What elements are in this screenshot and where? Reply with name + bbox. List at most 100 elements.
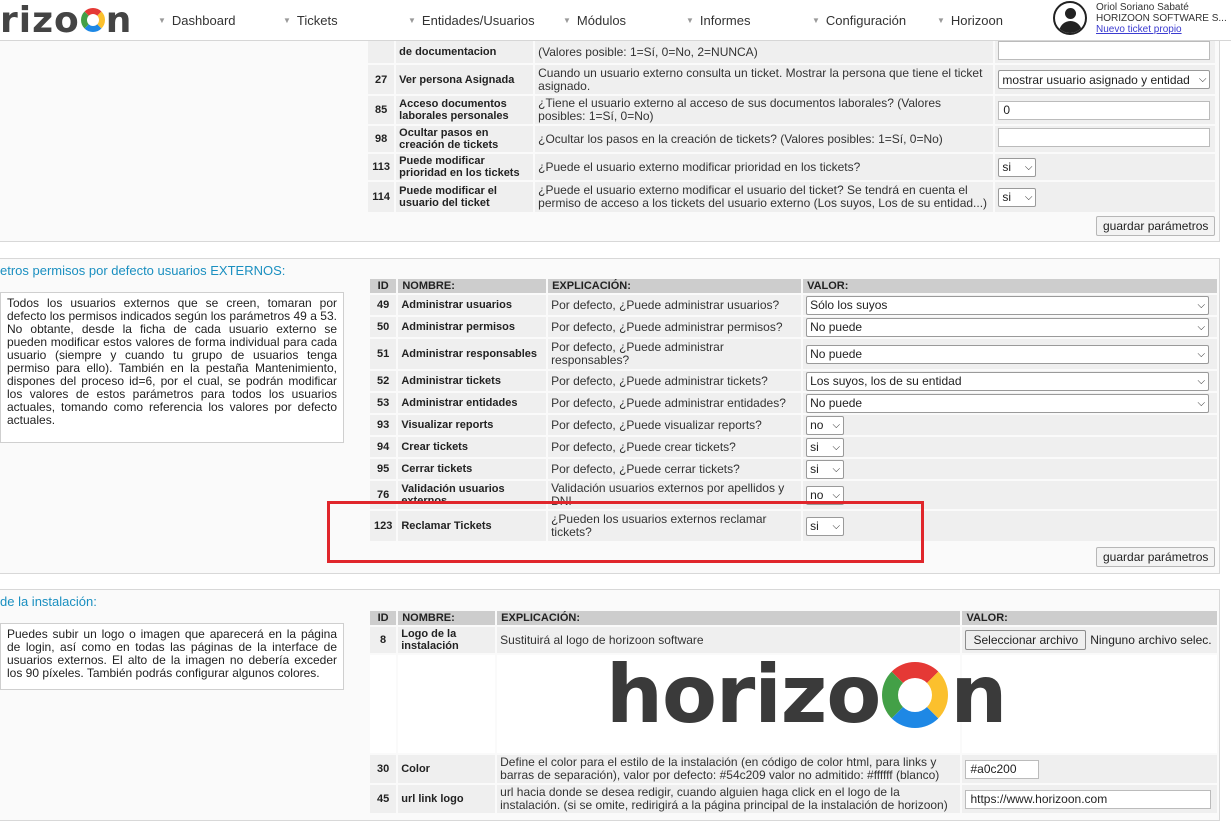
table-row: 93 Visualizar reports Por defecto, ¿Pued… — [370, 415, 1217, 435]
column-header-value: VALOR: — [803, 279, 1217, 293]
param-explanation: Por defecto, ¿Puede administrar entidade… — [548, 393, 802, 413]
new-own-ticket-link[interactable]: Nuevo ticket propio — [1096, 24, 1182, 35]
choose-file-button[interactable]: Seleccionar archivo — [965, 630, 1087, 650]
param-explanation: Por defecto, ¿Puede cerrar tickets? — [548, 459, 802, 479]
table-header-row: ID NOMBRE: EXPLICACIÓN: VALOR: — [370, 279, 1217, 293]
param-explanation: ¿Puede el usuario externo modificar el u… — [535, 182, 994, 212]
avatar-icon[interactable] — [1053, 1, 1087, 35]
param-value-select[interactable]: si ⌵ — [806, 437, 845, 457]
param-value-select[interactable]: Sólo los suyos ⌵ — [806, 295, 1210, 315]
chevron-down-icon: ⌵ — [1197, 397, 1206, 409]
info-box: Todos los usuarios externos que se creen… — [0, 292, 344, 443]
chevron-down-icon: ⌵ — [832, 489, 841, 501]
param-value-select[interactable]: No puede ⌵ — [806, 393, 1210, 413]
param-name: Puede modificar el usuario del ticket — [396, 182, 534, 212]
chevron-down-icon: ⌵ — [832, 419, 841, 431]
param-value-input[interactable] — [998, 41, 1211, 60]
chevron-down-icon: ▼ — [812, 15, 820, 25]
chevron-down-icon: ⌵ — [1024, 161, 1033, 173]
table-header-row: ID NOMBRE: EXPLICACIÓN: VALOR: — [370, 611, 1217, 625]
chevron-down-icon: ⌵ — [1197, 375, 1206, 387]
chevron-down-icon: ⌵ — [1197, 299, 1206, 311]
param-name: Administrar permisos — [398, 317, 547, 337]
nav-dashboard[interactable]: ▼ Dashboard — [158, 0, 236, 40]
file-input[interactable]: Seleccionar archivo Ninguno archivo selec… — [965, 630, 1214, 650]
table-row: 85 Acceso documentos laborales personale… — [368, 96, 1215, 124]
param-explanation: ¿Puede el usuario externo modificar prio… — [535, 154, 994, 180]
param-value-select[interactable]: mostrar usuario asignado y entidad ⌵ — [998, 70, 1211, 89]
param-name: Puede modificar prioridad en los tickets — [396, 154, 534, 180]
url-input[interactable]: https://www.horizoon.com — [965, 789, 1212, 809]
file-status: Ninguno archivo selec. — [1090, 633, 1212, 647]
table-row: 50 Administrar permisos Por defecto, ¿Pu… — [370, 317, 1217, 337]
param-name: Administrar responsables — [398, 339, 547, 369]
chevron-down-icon: ▼ — [408, 15, 416, 25]
param-name: Acceso documentos laborales personales — [396, 96, 534, 124]
nav-configuracion[interactable]: ▼ Configuración — [812, 0, 906, 40]
chevron-down-icon: ▼ — [937, 15, 945, 25]
nav-entidades-usuarios[interactable]: ▼ Entidades/Usuarios — [408, 0, 535, 40]
chevron-down-icon: ⌵ — [1024, 191, 1033, 203]
nav-modulos[interactable]: ▼ Módulos — [563, 0, 626, 40]
logo-ring-icon — [882, 662, 949, 728]
chevron-down-icon: ▼ — [283, 15, 291, 25]
param-value-select[interactable]: si ⌵ — [806, 459, 845, 479]
table-row: 114 Puede modificar el usuario del ticke… — [368, 182, 1215, 212]
user-menu[interactable]: Oriol Soriano Sabaté HORIZOON SOFTWARE S… — [1052, 0, 1231, 40]
save-params-button[interactable]: guardar parámetros — [1096, 547, 1216, 567]
column-header-explanation: EXPLICACIÓN: — [497, 611, 961, 625]
top-navigation-bar: rizo n ▼ Dashboard ▼ Tickets ▼ Entidades/Usu… — [0, 0, 1231, 41]
chevron-down-icon: ▼ — [563, 15, 571, 25]
param-value-input[interactable] — [998, 128, 1211, 147]
param-value-select[interactable]: si ⌵ — [998, 157, 1037, 177]
nav-horizoon[interactable]: ▼ Horizoon — [937, 0, 1003, 40]
table-row: 27 Ver persona Asignada Cuando un usuari… — [368, 65, 1215, 94]
param-name: Logo de la instalación — [398, 627, 496, 653]
param-explanation: url hacia donde se desea redigir, cuando… — [497, 785, 961, 813]
param-explanation: Por defecto, ¿Puede administrar permisos… — [548, 317, 802, 337]
color-input[interactable]: #a0c200 — [965, 759, 1040, 779]
column-header-name: NOMBRE: — [398, 611, 496, 625]
highlight-box — [327, 501, 924, 563]
param-explanation: (Valores posible: 1=Sí, 0=No, 2=NUNCA) — [535, 41, 994, 63]
table-row: 52 Administrar tickets Por defecto, ¿Pue… — [370, 371, 1217, 391]
param-value-input[interactable]: 0 — [998, 100, 1211, 120]
table-row: 94 Crear tickets Por defecto, ¿Puede cre… — [370, 437, 1217, 457]
param-name: de documentacion — [396, 41, 534, 63]
param-value-select[interactable]: no ⌵ — [806, 415, 845, 435]
table-row: 30 Color Define el color para el estilo … — [370, 755, 1217, 783]
param-value-select[interactable]: No puede ⌵ — [806, 344, 1210, 364]
column-header-id: ID — [370, 279, 397, 293]
param-value-select[interactable]: Los suyos, los de su entidad ⌵ — [806, 371, 1210, 391]
logo-ring-icon — [80, 8, 105, 32]
param-name: Color — [398, 755, 496, 783]
param-value-select[interactable]: si ⌵ — [998, 187, 1037, 207]
table-row: 51 Administrar responsables Por defecto,… — [370, 339, 1217, 369]
param-explanation: Por defecto, ¿Puede administrar usuarios… — [548, 295, 802, 315]
param-name: url link logo — [398, 785, 496, 813]
section-title: de la instalación: — [0, 594, 97, 609]
param-value-select[interactable]: No puede ⌵ — [806, 317, 1210, 337]
param-name: Cerrar tickets — [398, 459, 547, 479]
param-explanation: ¿Tiene el usuario externo al acceso de s… — [535, 96, 994, 124]
nav-informes[interactable]: ▼ Informes — [686, 0, 751, 40]
table-row: 95 Cerrar tickets Por defecto, ¿Puede ce… — [370, 459, 1217, 479]
chevron-down-icon: ▼ — [158, 15, 166, 25]
horizoon-logo[interactable]: rizo n — [0, 0, 132, 42]
param-name: Ver persona Asignada — [396, 65, 534, 94]
param-name: Ocultar pasos en creación de tickets — [396, 126, 534, 152]
param-name: Crear tickets — [398, 437, 547, 457]
nav-tickets[interactable]: ▼ Tickets — [283, 0, 338, 40]
table-row: 113 Puede modificar prioridad en los tic… — [368, 154, 1215, 180]
chevron-down-icon: ▼ — [686, 15, 694, 25]
logo-text-tail: n — [105, 0, 133, 41]
table-row: 45 url link logo url hacia donde se dese… — [370, 785, 1217, 813]
param-explanation: Por defecto, ¿Puede administrar responsa… — [548, 339, 802, 369]
param-name: Visualizar reports — [398, 415, 547, 435]
param-explanation: Por defecto, ¿Puede administrar tickets? — [548, 371, 802, 391]
param-explanation: Por defecto, ¿Puede visualizar reports? — [548, 415, 802, 435]
param-explanation: ¿Ocultar los pasos en la creación de tic… — [535, 126, 994, 152]
save-params-button[interactable]: guardar parámetros — [1096, 216, 1216, 236]
column-header-name: NOMBRE: — [398, 279, 547, 293]
installation-logo-preview: horizo n — [606, 648, 1007, 741]
